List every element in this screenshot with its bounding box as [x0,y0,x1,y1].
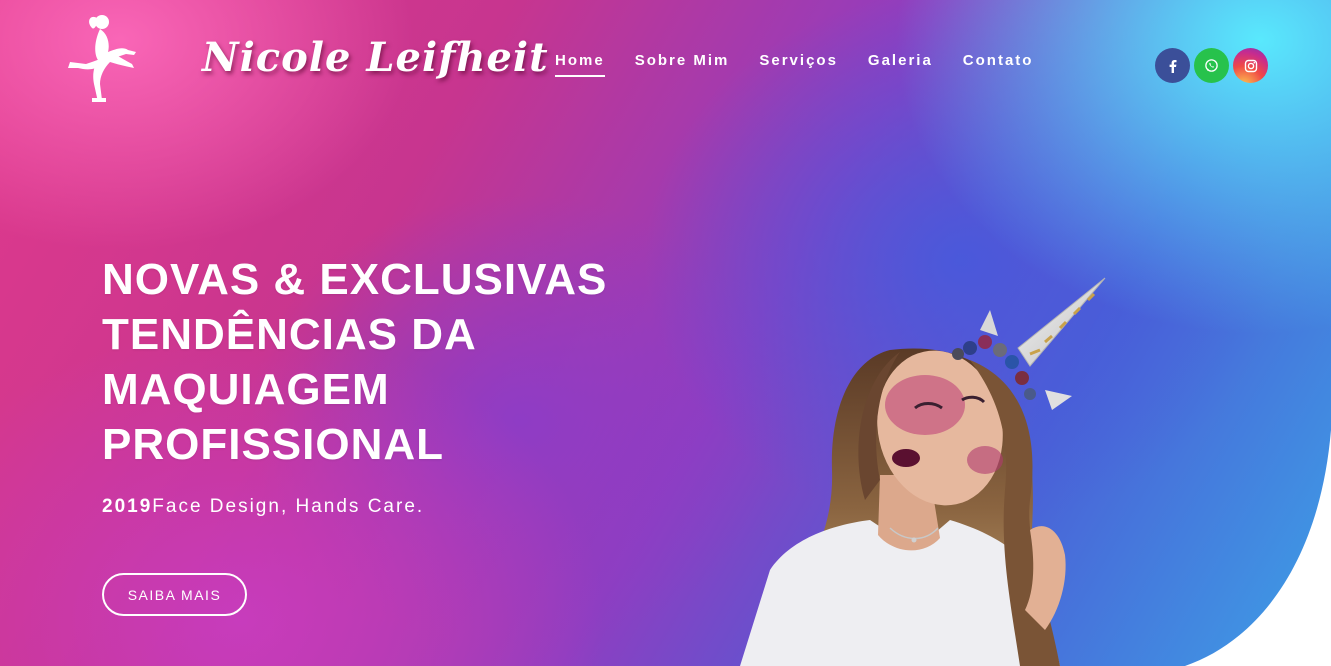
headline-line: NOVAS & EXCLUSIVAS [102,255,608,304]
main-navigation: Home Sobre Mim Serviços Galeria Contato [540,52,1049,77]
tagline-text: Face Design, Hands Care. [152,496,425,517]
headline-line: MAQUIAGEM [102,365,390,414]
whatsapp-icon [1205,59,1218,72]
hero-headline: NOVAS & EXCLUSIVAS TENDÊNCIAS DA MAQUIAG… [102,252,662,472]
tagline-year: 2019 [102,496,153,517]
facebook-icon [1169,59,1176,73]
woman-silhouette-icon [68,15,136,102]
social-links [1155,48,1268,83]
whatsapp-button[interactable] [1194,48,1229,83]
nav-item-servicos[interactable]: Serviços [744,52,853,75]
model-photo [740,277,1106,666]
headline-line: PROFISSIONAL [102,420,445,469]
instagram-icon [1244,59,1257,72]
brand-name: Nicole Leifheit [202,34,549,81]
headline-line: TENDÊNCIAS DA [102,310,477,359]
hero-tagline: 2019Face Design, Hands Care. [102,496,424,518]
nav-item-galeria[interactable]: Galeria [853,52,948,75]
nav-item-home[interactable]: Home [540,52,620,77]
facebook-button[interactable] [1155,48,1190,83]
instagram-button[interactable] [1233,48,1268,83]
nav-item-contato[interactable]: Contato [948,52,1049,75]
site-logo[interactable]: Nicole Leifheit [64,12,548,102]
nav-item-sobre-mim[interactable]: Sobre Mim [620,52,745,75]
saiba-mais-button[interactable]: SAIBA MAIS [102,573,247,616]
